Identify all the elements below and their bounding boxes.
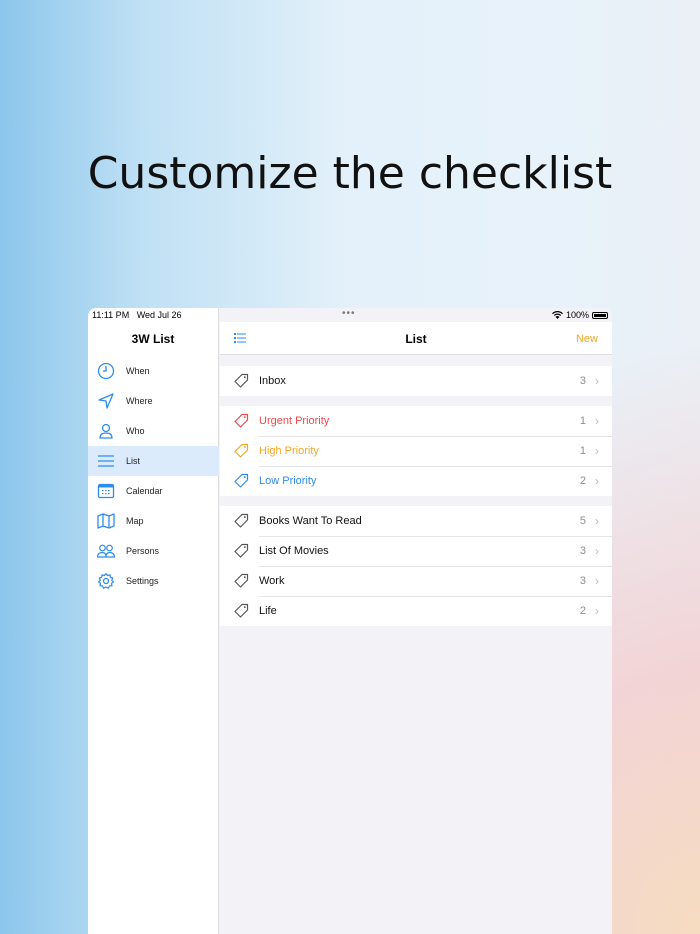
status-date: Wed Jul 26: [136, 310, 182, 320]
multitask-dots[interactable]: •••: [342, 308, 356, 319]
chevron-right-icon: ›: [595, 444, 599, 458]
nav-bar: List New: [220, 322, 612, 355]
gear-icon: [97, 572, 115, 589]
tag-icon: [234, 573, 249, 588]
sidebar-item-settings[interactable]: Settings: [88, 566, 219, 596]
chevron-right-icon: ›: [595, 474, 599, 488]
sidebar-item-label: Settings: [126, 576, 159, 586]
sidebar: 3W List When Where Who List Calendar Map Perso…: [88, 308, 219, 934]
tag-icon: [234, 443, 249, 458]
status-time: 11:11 PM Wed Jul 26: [92, 310, 182, 320]
clock-icon: [97, 362, 115, 380]
tag-icon: [234, 413, 249, 428]
list-group: Inbox 3 ›: [220, 366, 612, 396]
sidebar-item-label: Who: [126, 426, 145, 436]
tag-icon: [234, 543, 249, 558]
tag-icon: [234, 373, 249, 388]
list-row[interactable]: Books Want To Read 5 ›: [220, 506, 612, 536]
sidebar-item-map[interactable]: Map: [88, 506, 219, 536]
list-label: Low Priority: [259, 475, 317, 487]
list-label: Urgent Priority: [259, 415, 330, 427]
list-group: Books Want To Read 5 › List Of Movies 3 › Work…: [220, 506, 612, 626]
chevron-right-icon: ›: [595, 544, 599, 558]
item-count: 3: [579, 375, 586, 387]
item-count: 1: [579, 445, 586, 457]
sidebar-item-label: Map: [126, 516, 144, 526]
status-bar: 11:11 PM Wed Jul 26 ••• 100%: [88, 308, 612, 322]
location-arrow-icon: [98, 393, 114, 409]
item-count: 2: [579, 605, 586, 617]
list-group: Urgent Priority 1 › High Priority 1 › Low Prio…: [220, 406, 612, 496]
list-row[interactable]: High Priority 1 ›: [220, 436, 612, 466]
list-row[interactable]: Inbox 3 ›: [220, 366, 612, 396]
item-count: 3: [579, 575, 586, 587]
chevron-right-icon: ›: [595, 604, 599, 618]
sidebar-item-label: List: [126, 456, 141, 466]
sidebar-item-label: When: [126, 366, 150, 376]
headline: Customize the checklist: [87, 148, 613, 199]
list-label: High Priority: [259, 445, 319, 457]
item-count: 2: [579, 475, 586, 487]
list-row[interactable]: Life 2 ›: [220, 596, 612, 626]
list-row[interactable]: Low Priority 2 ›: [220, 466, 612, 496]
sidebar-item-list[interactable]: List: [88, 446, 219, 476]
sidebar-item-calendar[interactable]: Calendar: [88, 476, 219, 506]
sidebar-item-label: Persons: [126, 546, 160, 556]
tag-icon: [234, 473, 249, 488]
map-icon: [97, 513, 115, 529]
list-label: Books Want To Read: [259, 515, 362, 527]
main-panel: List New Inbox 3 › Urgent Priority 1 › High Pr…: [220, 308, 612, 934]
status-clock: 11:11 PM: [92, 310, 130, 320]
chevron-right-icon: ›: [595, 574, 599, 588]
calendar-icon: [97, 483, 115, 499]
list-label: Inbox: [259, 375, 286, 387]
ipad-screen: 3W List When Where Who List Calendar Map Perso…: [88, 308, 612, 934]
chevron-right-icon: ›: [595, 514, 599, 528]
list-row[interactable]: Work 3 ›: [220, 566, 612, 596]
battery-percent: 100%: [565, 310, 589, 320]
new-button[interactable]: New: [576, 333, 598, 345]
sidebar-item-where[interactable]: Where: [88, 386, 219, 416]
list-icon: [98, 455, 114, 467]
sidebar-title: 3W List: [131, 332, 175, 346]
page-title: List: [405, 332, 427, 346]
persons-icon: [97, 544, 115, 558]
sidebar-item-who[interactable]: Who: [88, 416, 219, 446]
sidebar-item-persons[interactable]: Persons: [88, 536, 219, 566]
sidebar-item-label: Calendar: [126, 486, 163, 496]
list-row[interactable]: List Of Movies 3 ›: [220, 536, 612, 566]
list-label: Work: [259, 575, 285, 587]
chevron-right-icon: ›: [595, 374, 599, 388]
list-row[interactable]: Urgent Priority 1 ›: [220, 406, 612, 436]
tag-icon: [234, 513, 249, 528]
item-count: 1: [579, 415, 586, 427]
sidebar-item-label: Where: [126, 396, 153, 406]
item-count: 5: [579, 515, 586, 527]
wifi-icon: [551, 311, 563, 319]
tag-icon: [234, 603, 249, 618]
list-label: List Of Movies: [259, 545, 329, 557]
battery-icon: [592, 311, 608, 319]
chevron-right-icon: ›: [595, 414, 599, 428]
item-count: 3: [579, 545, 586, 557]
sidebar-item-when[interactable]: When: [88, 356, 219, 386]
person-icon: [99, 423, 113, 439]
list-label: Life: [259, 605, 277, 617]
